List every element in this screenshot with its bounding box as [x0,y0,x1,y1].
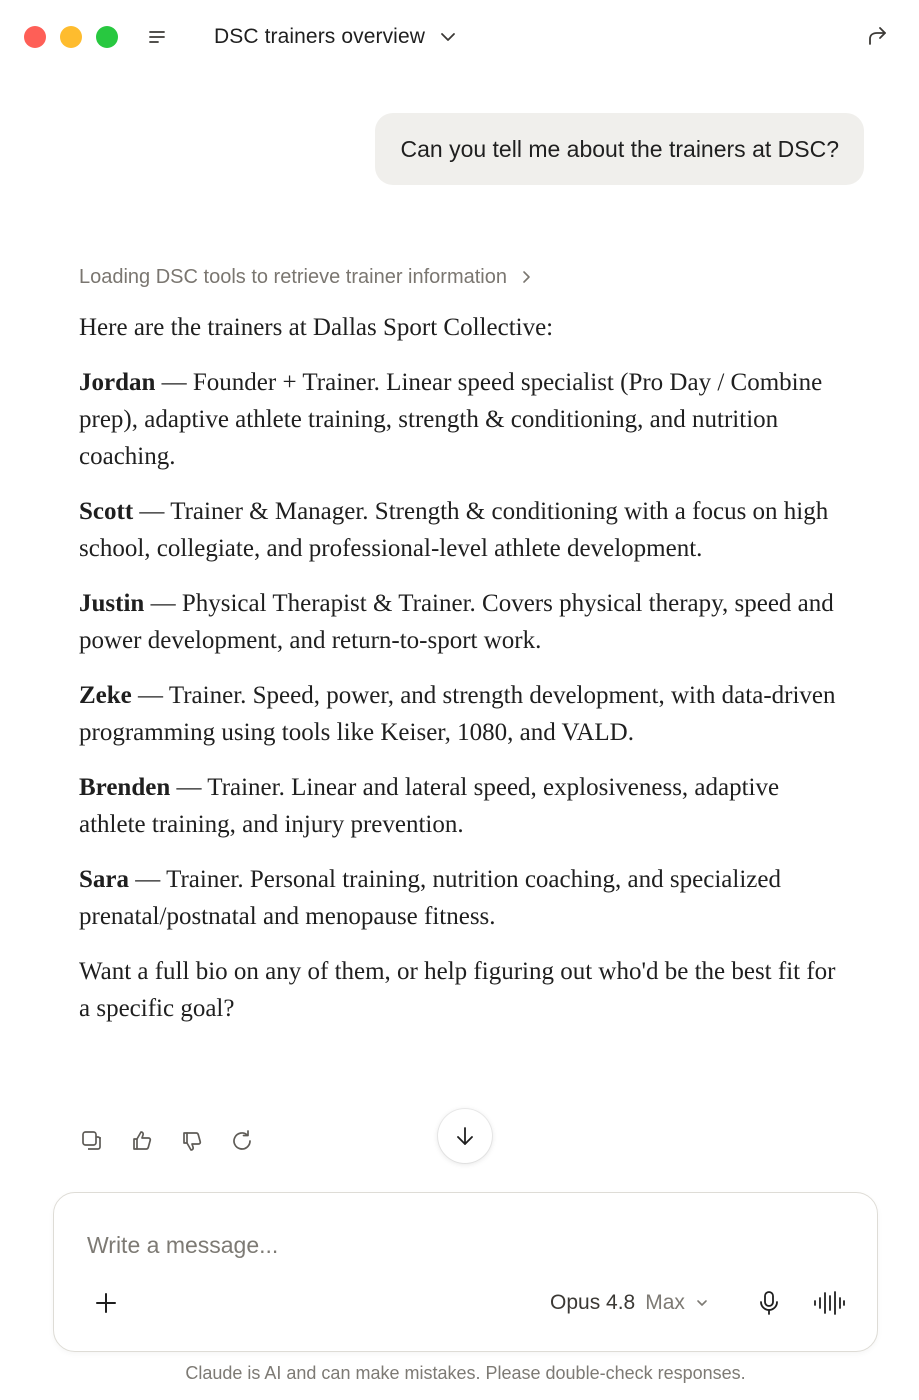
model-name: Opus 4.8 [550,1291,636,1314]
chevron-down-icon [441,33,455,41]
title-bar: DSC trainers overview [0,0,919,74]
trainer-separator: — [144,590,182,617]
retry-icon[interactable] [229,1128,255,1154]
assistant-answer: Here are the trainers at Dallas Sport Co… [79,309,839,1027]
microphone-icon[interactable] [756,1289,782,1317]
trainer-name: Scott [79,498,134,525]
scroll-to-bottom-button[interactable] [438,1109,492,1163]
voice-mode-icon[interactable] [812,1289,846,1317]
chevron-right-icon [523,271,530,283]
tool-status-text: Loading DSC tools to retrieve trainer in… [79,265,507,288]
user-message-text: Can you tell me about the trainers at DS… [400,135,839,162]
trainer-separator: — [170,774,208,801]
trainer-entry: Zeke — Trainer. Speed, power, and streng… [79,677,839,751]
trainer-name: Sara [79,866,129,893]
trainer-name: Justin [79,590,145,617]
minimize-window-button[interactable] [60,26,82,48]
copy-icon[interactable] [79,1128,105,1154]
message-composer: Opus 4.8 Max [53,1192,878,1352]
trainer-separator: — [133,498,171,525]
trainer-entry: Brenden — Trainer. Linear and lateral sp… [79,769,839,843]
message-actions [79,1127,255,1155]
conversation-title-dropdown[interactable]: DSC trainers overview [214,22,457,52]
trainer-entry: Justin — Physical Therapist & Trainer. C… [79,585,839,659]
trainer-description: Physical Therapist & Trainer. Covers phy… [79,590,834,654]
sidebar-menu-icon[interactable] [146,27,168,47]
model-mode: Max [645,1291,685,1314]
plus-icon[interactable] [94,1291,118,1315]
trainer-name: Zeke [79,682,132,709]
answer-closing: Want a full bio on any of them, or help … [79,958,836,1022]
trainer-entry: Sara — Trainer. Personal training, nutri… [79,861,839,935]
thumbs-down-icon[interactable] [179,1128,205,1154]
zoom-window-button[interactable] [96,26,118,48]
trainer-separator: — [155,369,193,396]
assistant-message: Loading DSC tools to retrieve trainer in… [79,258,839,1027]
thumbs-up-icon[interactable] [129,1128,155,1154]
trainer-name: Brenden [79,774,171,801]
close-window-button[interactable] [24,26,46,48]
trainer-entry: Jordan — Founder + Trainer. Linear speed… [79,364,839,475]
tool-status-toggle[interactable]: Loading DSC tools to retrieve trainer in… [79,258,839,296]
app-window: DSC trainers overview Can you tell me ab… [0,0,919,1400]
user-message-bubble: Can you tell me about the trainers at DS… [375,113,864,185]
arrow-down-icon [457,1127,473,1145]
chevron-down-icon [697,1300,707,1306]
trainer-name: Jordan [79,369,156,396]
trainer-description: Trainer. Speed, power, and strength deve… [79,682,836,746]
trainer-description: Trainer. Personal training, nutrition co… [79,866,781,930]
trainer-description: Trainer & Manager. Strength & conditioni… [79,498,829,562]
message-input[interactable] [87,1227,827,1263]
trainer-separator: — [131,682,169,709]
trainer-separator: — [129,866,167,893]
answer-intro: Here are the trainers at Dallas Sport Co… [79,314,554,341]
trainer-entry: Scott — Trainer & Manager. Strength & co… [79,493,839,567]
share-icon[interactable] [865,24,889,48]
disclaimer-text: Claude is AI and can make mistakes. Plea… [185,1363,746,1383]
conversation-title: DSC trainers overview [214,25,425,48]
model-selector[interactable]: Opus 4.8 Max [550,1289,709,1317]
